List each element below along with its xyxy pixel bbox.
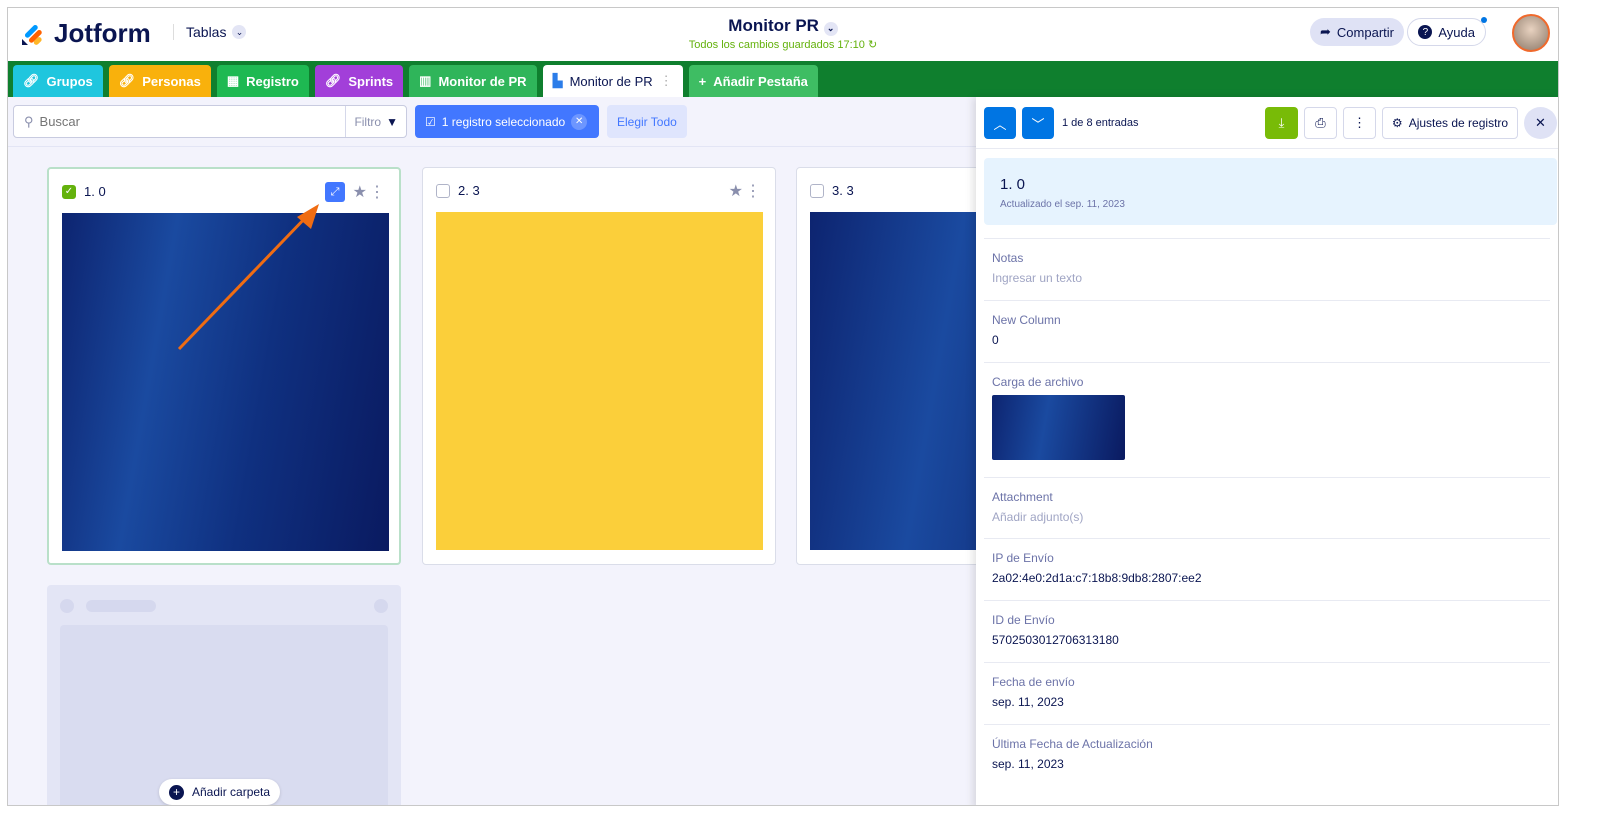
- chevron-down-icon: ﹀: [1031, 116, 1045, 132]
- app-window: Jotform Tablas ⌄ Monitor PR ⌄ Todos los c…: [7, 7, 1559, 806]
- refresh-icon: ↻: [867, 39, 878, 51]
- share-icon: ➦: [1320, 24, 1331, 39]
- field-submission-id: ID de Envío 5702503012706313180: [984, 600, 1550, 659]
- record-detail-panel: ︿ ﹀ 1 de 8 entradas ⤓ ⎙ ⋮ ⚙ Ajustes de re…: [976, 97, 1558, 805]
- filter-icon: ▼: [386, 114, 398, 129]
- field-attachment[interactable]: Attachment Añadir adjunto(s): [984, 477, 1550, 536]
- close-icon: ✕: [1535, 115, 1546, 130]
- link-icon: 🔗︎: [23, 73, 40, 88]
- download-icon: ⤓: [1278, 115, 1285, 130]
- tab-monitor-de-pr-active[interactable]: ▙ Monitor de PR ⋮: [542, 65, 683, 97]
- toolbar: ⚲ Filtro▼ ☑1 registro seleccionado✕ Eleg…: [8, 97, 976, 147]
- card-checkbox[interactable]: [436, 183, 450, 198]
- link-icon: 🔗︎: [118, 73, 136, 88]
- record-settings-button[interactable]: ⚙ Ajustes de registro: [1382, 107, 1518, 139]
- report-icon: ▥: [419, 73, 432, 88]
- card-checkbox[interactable]: [810, 183, 824, 198]
- help-button[interactable]: ? Ayuda: [1407, 17, 1487, 46]
- field-file-upload[interactable]: Carga de archivo: [984, 362, 1550, 472]
- tab-sprints[interactable]: 🔗︎ Sprints: [314, 65, 404, 97]
- field-last-updated: Última Fecha de Actualización sep. 11, 20…: [984, 724, 1550, 783]
- print-icon: ⎙: [1315, 115, 1326, 130]
- tab-monitor-de-pr-report[interactable]: ▥ Monitor de PR: [409, 65, 537, 97]
- more-icon[interactable]: ⋮: [745, 181, 761, 201]
- share-button[interactable]: ➦ Compartir: [1310, 18, 1404, 46]
- field-ip: IP de Envío 2a02:4e0:2d1a:c7:18b8:9db8:28…: [984, 538, 1550, 597]
- plus-circle-icon: +: [169, 784, 184, 800]
- notification-dot: [1481, 17, 1487, 23]
- more-options-button[interactable]: ⋮: [1343, 107, 1376, 139]
- previous-record-button[interactable]: ︿: [984, 107, 1016, 139]
- selected-records-chip[interactable]: ☑ 1 registro seleccionado ✕: [415, 105, 599, 138]
- search-icon: ⚲: [24, 113, 34, 129]
- add-folder-button[interactable]: + Añadir carpeta: [159, 779, 281, 805]
- record-header: 1. 0 Actualizado el sep. 11, 2023: [984, 158, 1557, 225]
- add-tab-button[interactable]: + Añadir Pestaña: [688, 65, 818, 97]
- checkbox-icon: ☑: [425, 114, 436, 129]
- gear-icon: ⚙: [1391, 116, 1403, 130]
- tab-personas[interactable]: 🔗︎ Personas: [108, 65, 211, 97]
- link-icon: 🔗︎: [324, 73, 342, 88]
- filter-button[interactable]: Filtro ▼: [345, 106, 406, 137]
- header: Jotform Tablas ⌄ Monitor PR ⌄ Todos los c…: [8, 8, 1558, 61]
- print-button[interactable]: ⎙: [1304, 107, 1337, 139]
- record-counter: 1 de 8 entradas: [1062, 117, 1139, 129]
- table-icon: ▦: [226, 73, 240, 88]
- more-icon[interactable]: ⋮: [369, 182, 385, 202]
- close-panel-button[interactable]: ✕: [1524, 107, 1557, 139]
- search-input[interactable]: [39, 114, 346, 129]
- tab-bar: 🔗︎ Grupos 🔗︎ Personas ▦ Registro 🔗︎ Sprints …: [8, 61, 1558, 97]
- uploaded-file-thumbnail[interactable]: [992, 395, 1125, 460]
- more-icon: ⋮: [1353, 115, 1366, 130]
- more-icon[interactable]: ⋮: [660, 73, 673, 89]
- chevron-down-icon: ⌄: [823, 21, 838, 36]
- card-grid: ✓ 1. 0 ⤢ ★ ⋮ 2. 3 ★ ⋮ 3. 3 + Añadir carpet…: [8, 148, 1150, 805]
- arrow-annotation-icon: [177, 204, 319, 351]
- avatar[interactable]: [1512, 14, 1550, 52]
- star-icon[interactable]: ★: [353, 182, 367, 202]
- card-checkbox[interactable]: ✓: [62, 184, 76, 199]
- record-card[interactable]: 2. 3 ★ ⋮: [422, 167, 776, 565]
- tab-registro[interactable]: ▦ Registro: [216, 65, 309, 97]
- card-image: [436, 212, 763, 550]
- plus-icon: +: [698, 73, 707, 89]
- select-all-button[interactable]: Elegir Todo: [607, 105, 687, 138]
- add-folder-placeholder: + Añadir carpeta: [47, 585, 401, 805]
- tab-grupos[interactable]: 🔗︎ Grupos: [13, 65, 103, 97]
- field-notas[interactable]: Notas Ingresar un texto: [984, 238, 1550, 297]
- download-button[interactable]: ⤓: [1265, 107, 1298, 139]
- field-submission-date: Fecha de envío sep. 11, 2023: [984, 662, 1550, 721]
- star-icon[interactable]: ★: [729, 181, 743, 201]
- folder-icon: ▙: [552, 73, 563, 88]
- search-box: ⚲ Filtro▼: [13, 105, 407, 138]
- clear-selection-icon[interactable]: ✕: [571, 113, 588, 130]
- help-icon: ?: [1418, 25, 1433, 39]
- chevron-up-icon: ︿: [993, 116, 1007, 132]
- field-new-column[interactable]: New Column 0: [984, 300, 1550, 359]
- record-card[interactable]: ✓ 1. 0 ⤢ ★ ⋮: [47, 167, 401, 565]
- next-record-button[interactable]: ﹀: [1022, 107, 1054, 139]
